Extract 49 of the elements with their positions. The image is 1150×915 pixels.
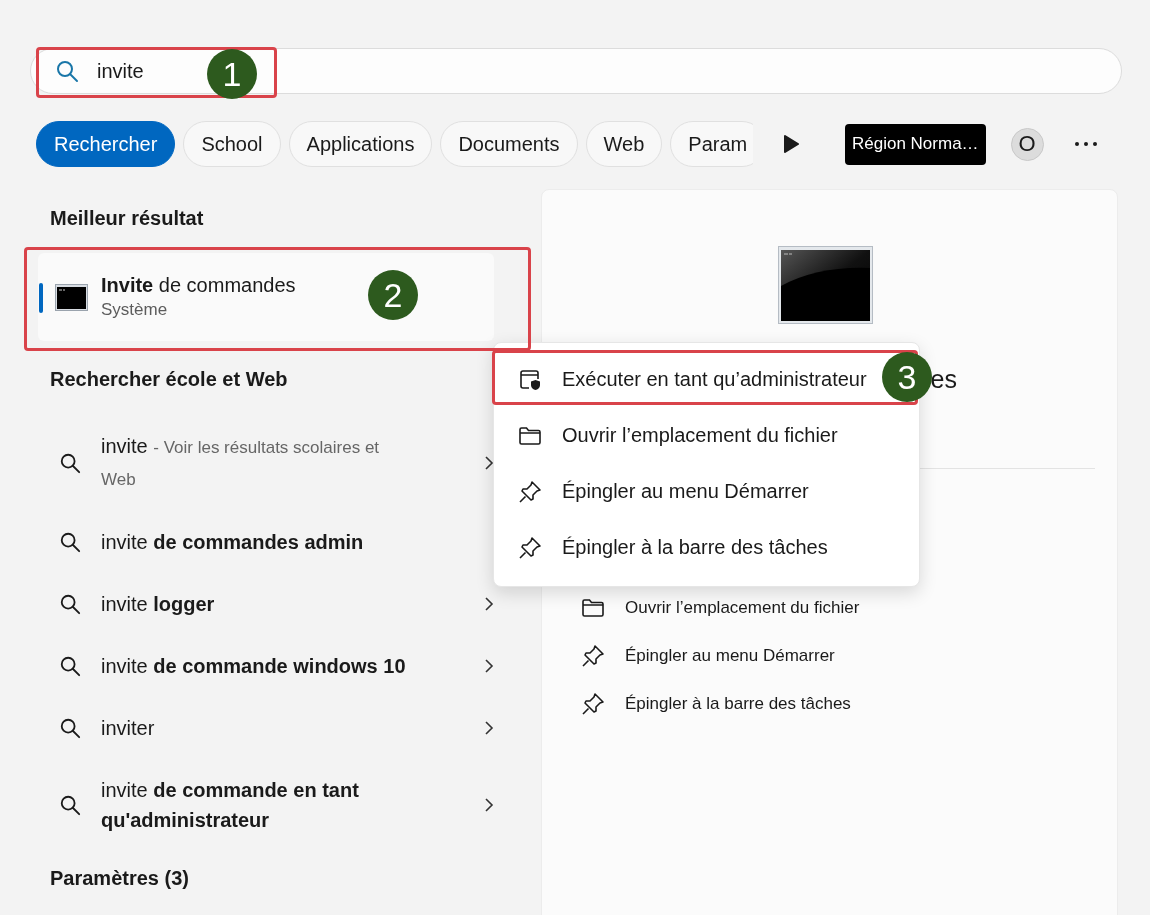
filter-tab[interactable]: Documents <box>440 121 578 167</box>
filter-tab[interactable]: Applications <box>288 121 433 167</box>
suggestion-link[interactable]: invite de commandes admin <box>101 527 413 557</box>
more-icon[interactable] <box>1073 140 1098 148</box>
search-icon <box>59 655 81 677</box>
search-icon <box>59 794 81 816</box>
suggestion-link[interactable]: invite de commande en tant qu'administrateur <box>101 775 413 835</box>
terminal-icon <box>55 283 88 311</box>
search-icon <box>55 59 79 83</box>
action-link[interactable]: Ouvrir l’emplacement du fichier <box>625 598 860 618</box>
chevron-icon[interactable] <box>484 596 494 612</box>
chevron-icon[interactable] <box>484 455 494 471</box>
search-icon <box>59 531 81 553</box>
menu-item[interactable]: Épingler au menu Démarrer <box>500 470 870 513</box>
pin-icon <box>518 535 542 560</box>
menu-item[interactable]: Exécuter en tant qu’administrateur <box>500 358 870 401</box>
section-header: Meilleur résultat <box>49 206 205 231</box>
filter-tab[interactable]: Web <box>585 121 663 167</box>
section-header: Rechercher école et Web <box>49 367 289 392</box>
action-link[interactable]: Épingler au menu Démarrer <box>625 646 835 666</box>
action-link[interactable]: Épingler à la barre des tâches <box>625 694 851 714</box>
suggestion-link[interactable]: invite - Voir les résultats scolaires et Web <box>101 431 413 495</box>
menu-item[interactable]: Épingler à la barre des tâches <box>500 526 870 569</box>
filter-tab[interactable]: School <box>183 121 281 167</box>
region-badge[interactable]: Région Norma… <box>845 123 986 165</box>
result-title: Invite de commandes <box>101 273 296 298</box>
search-icon <box>59 717 81 739</box>
folder-icon <box>581 596 605 620</box>
suggestion-link[interactable]: invite de commande windows 10 <box>101 651 413 681</box>
shield-window-icon <box>518 367 542 392</box>
result-subtitle: Système <box>101 299 169 321</box>
play-icon[interactable] <box>783 135 799 153</box>
suggestion-link[interactable]: invite logger <box>101 589 413 619</box>
menu-item[interactable]: Ouvrir l’emplacement du fichier <box>500 414 870 457</box>
filter-tab[interactable]: Param <box>670 121 753 167</box>
chevron-icon[interactable] <box>484 658 494 674</box>
account-avatar[interactable]: O <box>1010 127 1044 161</box>
pin-icon <box>518 479 542 504</box>
chevron-icon[interactable] <box>484 797 494 813</box>
section-header: Paramètres (3) <box>49 866 190 891</box>
pin-icon <box>581 644 605 668</box>
search-icon <box>59 452 81 474</box>
chevron-icon[interactable] <box>484 720 494 736</box>
filter-tab[interactable]: Rechercher <box>36 121 176 167</box>
terminal-icon <box>778 246 873 324</box>
app-title: es <box>930 364 957 394</box>
pin-icon <box>581 692 605 716</box>
suggestion-link[interactable]: inviter <box>101 713 413 743</box>
search-icon <box>59 593 81 615</box>
